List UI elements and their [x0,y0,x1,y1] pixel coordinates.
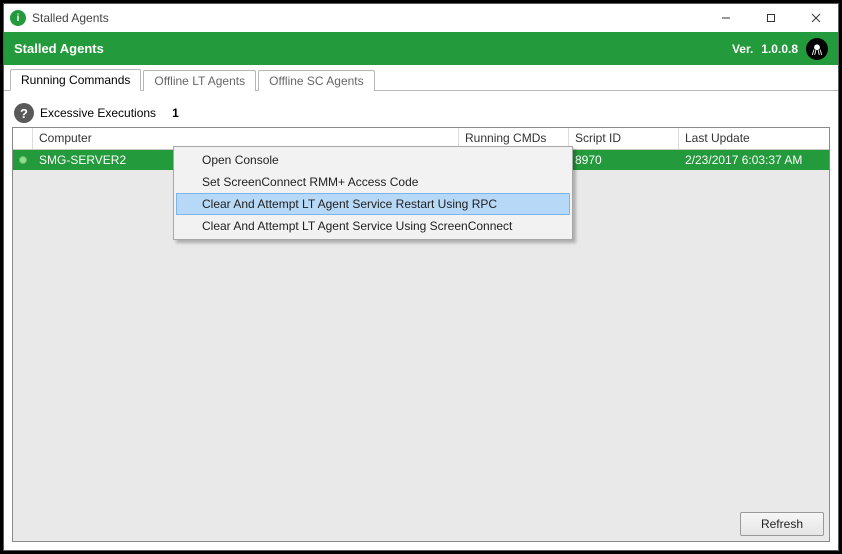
help-icon[interactable]: ? [14,103,34,123]
col-status[interactable] [13,128,33,149]
data-grid: Computer Running CMDs Script ID Last Upd… [12,127,830,542]
tab-label: Offline SC Agents [269,74,364,88]
cell-status [13,154,33,166]
squid-icon [810,42,824,56]
col-label: Script ID [575,131,621,145]
menu-item-label: Set ScreenConnect RMM+ Access Code [202,175,418,189]
col-label: Computer [39,131,92,145]
close-icon [811,13,821,23]
menu-item-restart-rpc[interactable]: Clear And Attempt LT Agent Service Resta… [176,193,570,215]
version-value: 1.0.0.8 [761,42,798,56]
menu-item-open-console[interactable]: Open Console [176,149,570,171]
toolbar-label: Excessive Executions [40,106,156,120]
menu-item-label: Clear And Attempt LT Agent Service Resta… [202,197,497,211]
col-script-id[interactable]: Script ID [569,128,679,149]
menu-item-set-access-code[interactable]: Set ScreenConnect RMM+ Access Code [176,171,570,193]
toolbar: ? Excessive Executions 1 [12,99,830,127]
minimize-button[interactable] [703,4,748,32]
bottom-bar: Refresh [740,512,824,536]
button-label: Refresh [761,517,803,531]
banner: Stalled Agents Ver. 1.0.0.8 [4,32,838,65]
brand-logo [806,38,828,60]
tab-offline-lt-agents[interactable]: Offline LT Agents [143,70,256,91]
close-button[interactable] [793,4,838,32]
cell-script-id: 8970 [569,151,679,169]
context-menu: Open Console Set ScreenConnect RMM+ Acce… [173,146,573,240]
window-title: Stalled Agents [32,11,703,25]
menu-item-label: Open Console [202,153,279,167]
minimize-icon [721,13,731,23]
app-window: Stalled Agents Stalled Agents Ver. 1.0.0… [3,3,839,551]
menu-item-label: Clear And Attempt LT Agent Service Using… [202,219,512,233]
col-label: Last Update [685,131,750,145]
tab-running-commands[interactable]: Running Commands [10,69,141,91]
app-icon [10,10,26,26]
tab-label: Running Commands [21,73,130,87]
toolbar-count: 1 [172,106,179,120]
maximize-icon [766,13,776,23]
col-last-update[interactable]: Last Update [679,128,829,149]
window-controls [703,4,838,32]
menu-item-restart-screenconnect[interactable]: Clear And Attempt LT Agent Service Using… [176,215,570,237]
titlebar: Stalled Agents [4,4,838,32]
tabstrip: Running Commands Offline LT Agents Offli… [4,69,838,91]
col-label: Running CMDs [465,131,546,145]
banner-title: Stalled Agents [14,41,732,56]
version-label: Ver. [732,42,753,56]
refresh-button[interactable]: Refresh [740,512,824,536]
cell-last-update: 2/23/2017 6:03:37 AM [679,151,829,169]
maximize-button[interactable] [748,4,793,32]
tab-offline-sc-agents[interactable]: Offline SC Agents [258,70,375,91]
tab-content: ? Excessive Executions 1 Computer Runnin… [4,91,838,550]
tab-label: Offline LT Agents [154,74,245,88]
status-dot-icon [19,156,27,164]
